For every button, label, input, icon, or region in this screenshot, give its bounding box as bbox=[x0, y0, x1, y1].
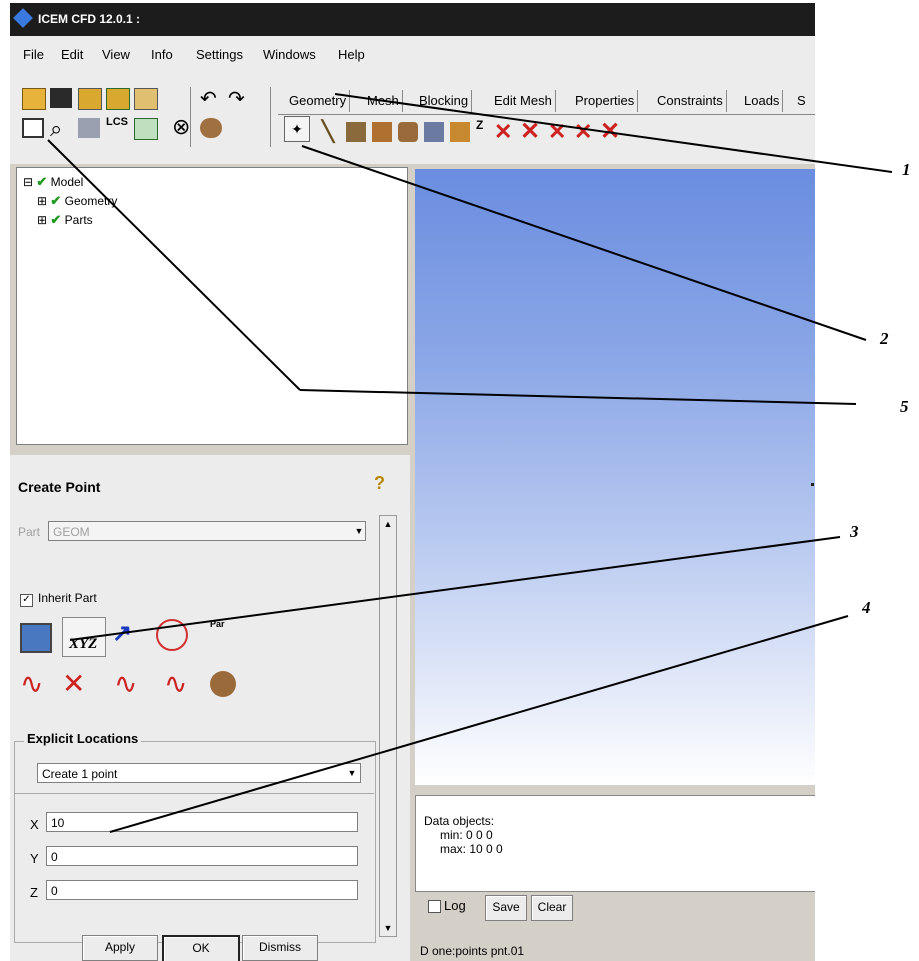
callout-line-1 bbox=[334, 93, 893, 173]
callout-line-2 bbox=[301, 145, 867, 341]
callout-line-3 bbox=[69, 536, 841, 641]
callout-number-2: 2 bbox=[880, 329, 889, 348]
callout-line-5b bbox=[299, 389, 857, 405]
callout-lines bbox=[47, 93, 893, 833]
callout-number-5: 5 bbox=[900, 397, 909, 416]
callout-line-4 bbox=[109, 615, 849, 833]
callout-number-1: 1 bbox=[902, 160, 911, 179]
callout-number-3: 3 bbox=[850, 522, 859, 541]
callout-number-4: 4 bbox=[862, 598, 871, 617]
callout-line-5a bbox=[47, 139, 301, 391]
